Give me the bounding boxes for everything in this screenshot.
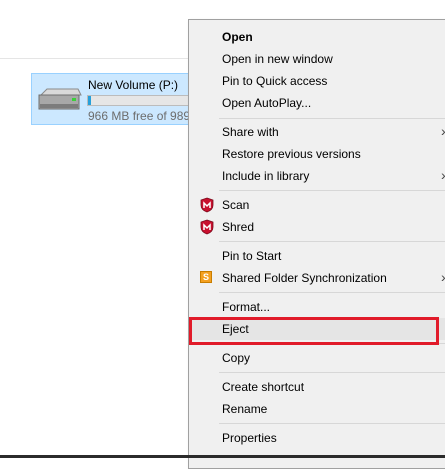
menu-separator <box>219 423 445 424</box>
menu-item-restore-previous-versions[interactable]: Restore previous versions <box>192 143 445 165</box>
menu-item-open-new-window[interactable]: Open in new window <box>192 48 445 70</box>
menu-item-open[interactable]: Open <box>192 26 445 48</box>
hard-drive-icon <box>38 88 82 110</box>
drive-free-space: 966 MB free of 989 <box>88 109 191 123</box>
menu-item-create-shortcut[interactable]: Create shortcut <box>192 376 445 398</box>
mcafee-shield-icon <box>200 197 214 213</box>
menu-item-copy[interactable]: Copy <box>192 347 445 369</box>
menu-separator <box>219 241 445 242</box>
menu-item-label: Restore previous versions <box>222 147 361 161</box>
menu-item-label: Shred <box>222 220 255 234</box>
context-menu: Open Open in new window Pin to Quick acc… <box>188 19 445 469</box>
menu-item-open-autoplay[interactable]: Open AutoPlay... <box>192 92 445 114</box>
menu-separator <box>219 372 445 373</box>
menu-item-label: Copy <box>222 351 251 365</box>
drive-name: New Volume (P:) <box>88 78 179 92</box>
drive-usage-bar <box>87 95 191 106</box>
menu-item-label: Scan <box>222 198 250 212</box>
menu-item-label: Create shortcut <box>222 380 305 394</box>
menu-item-include-in-library[interactable]: Include in library › <box>192 165 445 187</box>
menu-item-label: Open in new window <box>222 52 333 66</box>
menu-item-scan[interactable]: Scan <box>192 194 445 216</box>
menu-separator <box>219 190 445 191</box>
menu-item-format[interactable]: Format... <box>192 296 445 318</box>
menu-item-label: Format... <box>222 300 271 314</box>
menu-item-label: Eject <box>222 322 249 336</box>
mcafee-shield-icon <box>200 219 214 235</box>
menu-item-label: Rename <box>222 402 268 416</box>
menu-separator <box>219 343 445 344</box>
chevron-right-icon: › <box>441 167 445 183</box>
menu-item-share-with[interactable]: Share with › <box>192 121 445 143</box>
menu-item-label: Shared Folder Synchronization <box>222 271 387 285</box>
menu-separator <box>219 118 445 119</box>
menu-item-shred[interactable]: Shred <box>192 216 445 238</box>
drive-usage-fill <box>88 96 92 105</box>
menu-item-eject[interactable]: Eject <box>192 318 445 340</box>
header-divider <box>0 58 190 59</box>
menu-item-label: Pin to Quick access <box>222 74 328 88</box>
menu-item-label: Share with <box>222 125 279 139</box>
menu-item-label: Open <box>222 30 253 44</box>
shared-folder-sync-icon: S <box>200 271 212 283</box>
menu-item-label: Include in library <box>222 169 310 183</box>
menu-item-label: Open AutoPlay... <box>222 96 312 110</box>
chevron-right-icon: › <box>441 269 445 285</box>
menu-item-label: Properties <box>222 431 277 445</box>
menu-item-pin-quick-access[interactable]: Pin to Quick access <box>192 70 445 92</box>
menu-item-label: Pin to Start <box>222 249 282 263</box>
menu-item-shared-folder-sync[interactable]: S Shared Folder Synchronization › <box>192 267 445 289</box>
drive-tile[interactable]: New Volume (P:) 966 MB free of 989 <box>31 73 191 125</box>
menu-item-properties[interactable]: Properties <box>192 427 445 449</box>
menu-separator <box>219 292 445 293</box>
menu-item-rename[interactable]: Rename <box>192 398 445 420</box>
menu-item-pin-to-start[interactable]: Pin to Start <box>192 245 445 267</box>
chevron-right-icon: › <box>441 123 445 139</box>
